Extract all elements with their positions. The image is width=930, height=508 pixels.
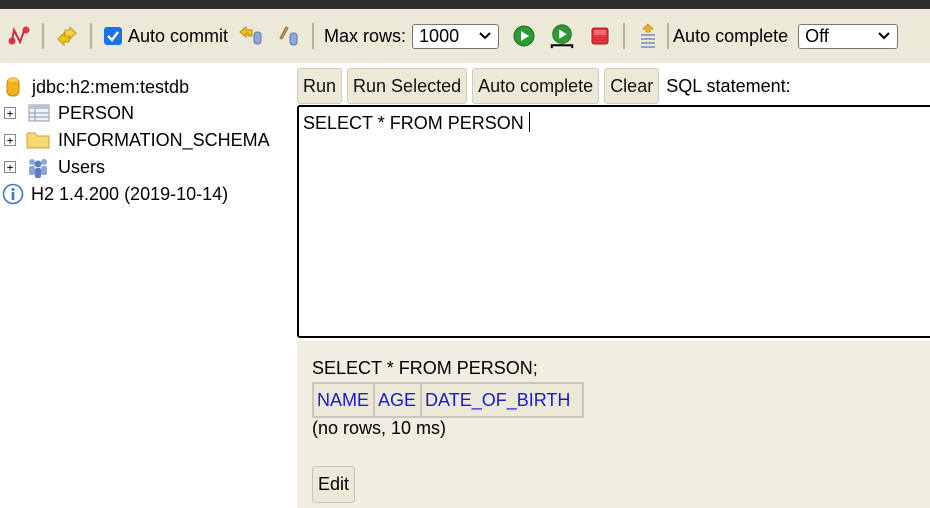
result-statement: SELECT * FROM PERSON; — [312, 358, 538, 378]
connection-label: jdbc:h2:mem:testdb — [32, 76, 190, 97]
toolbar-separator — [312, 23, 315, 49]
version-label: H2 1.4.200 (2019-10-14) — [31, 183, 229, 204]
sql-text: SELECT * FROM PERSON — [303, 113, 524, 133]
max-rows-value: 1000 — [419, 25, 460, 46]
commit-icon[interactable] — [276, 23, 302, 49]
text-caret — [528, 112, 530, 132]
result-panel: SELECT * FROM PERSON; NAME AGE DATE_OF_B… — [297, 341, 930, 508]
run-icon[interactable] — [511, 23, 537, 49]
expand-icon[interactable]: + — [4, 161, 16, 173]
column-header-date-of-birth[interactable]: DATE_OF_BIRTH — [420, 382, 585, 418]
users-icon — [29, 159, 47, 178]
toolbar-separator — [42, 23, 44, 49]
auto-complete-button[interactable]: Auto complete — [472, 68, 600, 104]
toolbar-separator — [623, 23, 626, 49]
expand-icon[interactable]: + — [4, 134, 16, 146]
run-button[interactable]: Run — [297, 68, 343, 104]
run-selected-icon[interactable] — [549, 23, 575, 49]
stop-icon[interactable] — [587, 23, 613, 49]
max-rows-label: Max rows: — [324, 25, 407, 46]
tree-item-label: PERSON — [58, 102, 135, 123]
tree-item-person[interactable]: + PERSON — [0, 100, 134, 126]
auto-complete-value: Off — [805, 25, 829, 46]
edit-button[interactable]: Edit — [312, 466, 356, 503]
auto-commit-label: Auto commit — [128, 25, 229, 46]
auto-complete-label: Auto complete — [673, 25, 789, 46]
auto-complete-select[interactable]: Off — [798, 23, 899, 49]
connection-node[interactable]: jdbc:h2:mem:testdb — [6, 74, 189, 100]
result-table: NAME AGE DATE_OF_BIRTH — [311, 382, 585, 418]
column-header-name[interactable]: NAME — [311, 382, 376, 418]
window-top-strip — [0, 0, 930, 9]
disconnect-icon[interactable] — [6, 23, 32, 49]
chevron-down-icon — [479, 32, 491, 40]
schema-tree: jdbc:h2:mem:testdb + PERSON + INFORMATIO… — [0, 63, 297, 508]
tree-item-label: Users — [58, 156, 106, 177]
run-selected-button[interactable]: Run Selected — [347, 68, 468, 104]
result-summary: (no rows, 10 ms) — [312, 418, 447, 438]
refresh-icon[interactable] — [54, 23, 80, 49]
clear-button[interactable]: Clear — [604, 68, 660, 104]
rollback-icon[interactable] — [238, 23, 264, 49]
table-icon — [28, 104, 50, 122]
query-panel: Run Run Selected Auto complete Clear SQL… — [297, 63, 930, 508]
sql-editor[interactable]: SELECT * FROM PERSON — [297, 105, 930, 338]
toolbar-separator — [90, 23, 92, 49]
info-icon — [2, 183, 24, 205]
database-icon — [6, 77, 20, 97]
tree-item-label: INFORMATION_SCHEMA — [58, 129, 270, 150]
history-icon[interactable] — [635, 23, 661, 49]
auto-commit-checkbox[interactable] — [104, 27, 122, 45]
max-rows-select[interactable]: 1000 — [412, 23, 500, 49]
folder-icon — [26, 132, 50, 149]
tree-item-information-schema[interactable]: + INFORMATION_SCHEMA — [0, 127, 270, 153]
result-header-row: NAME AGE DATE_OF_BIRTH — [311, 382, 585, 418]
editor-toolbar: Run Run Selected Auto complete Clear SQL… — [297, 68, 791, 104]
toolbar: Auto commit Max rows: 1000 Auto complete… — [0, 9, 930, 63]
sql-statement-label: SQL statement: — [666, 75, 791, 96]
toolbar-separator — [667, 23, 670, 49]
version-info: H2 1.4.200 (2019-10-14) — [2, 181, 228, 207]
tree-item-users[interactable]: + Users — [0, 154, 105, 180]
expand-icon[interactable]: + — [4, 107, 16, 119]
column-header-age[interactable]: AGE — [373, 382, 423, 418]
chevron-down-icon — [878, 32, 890, 40]
